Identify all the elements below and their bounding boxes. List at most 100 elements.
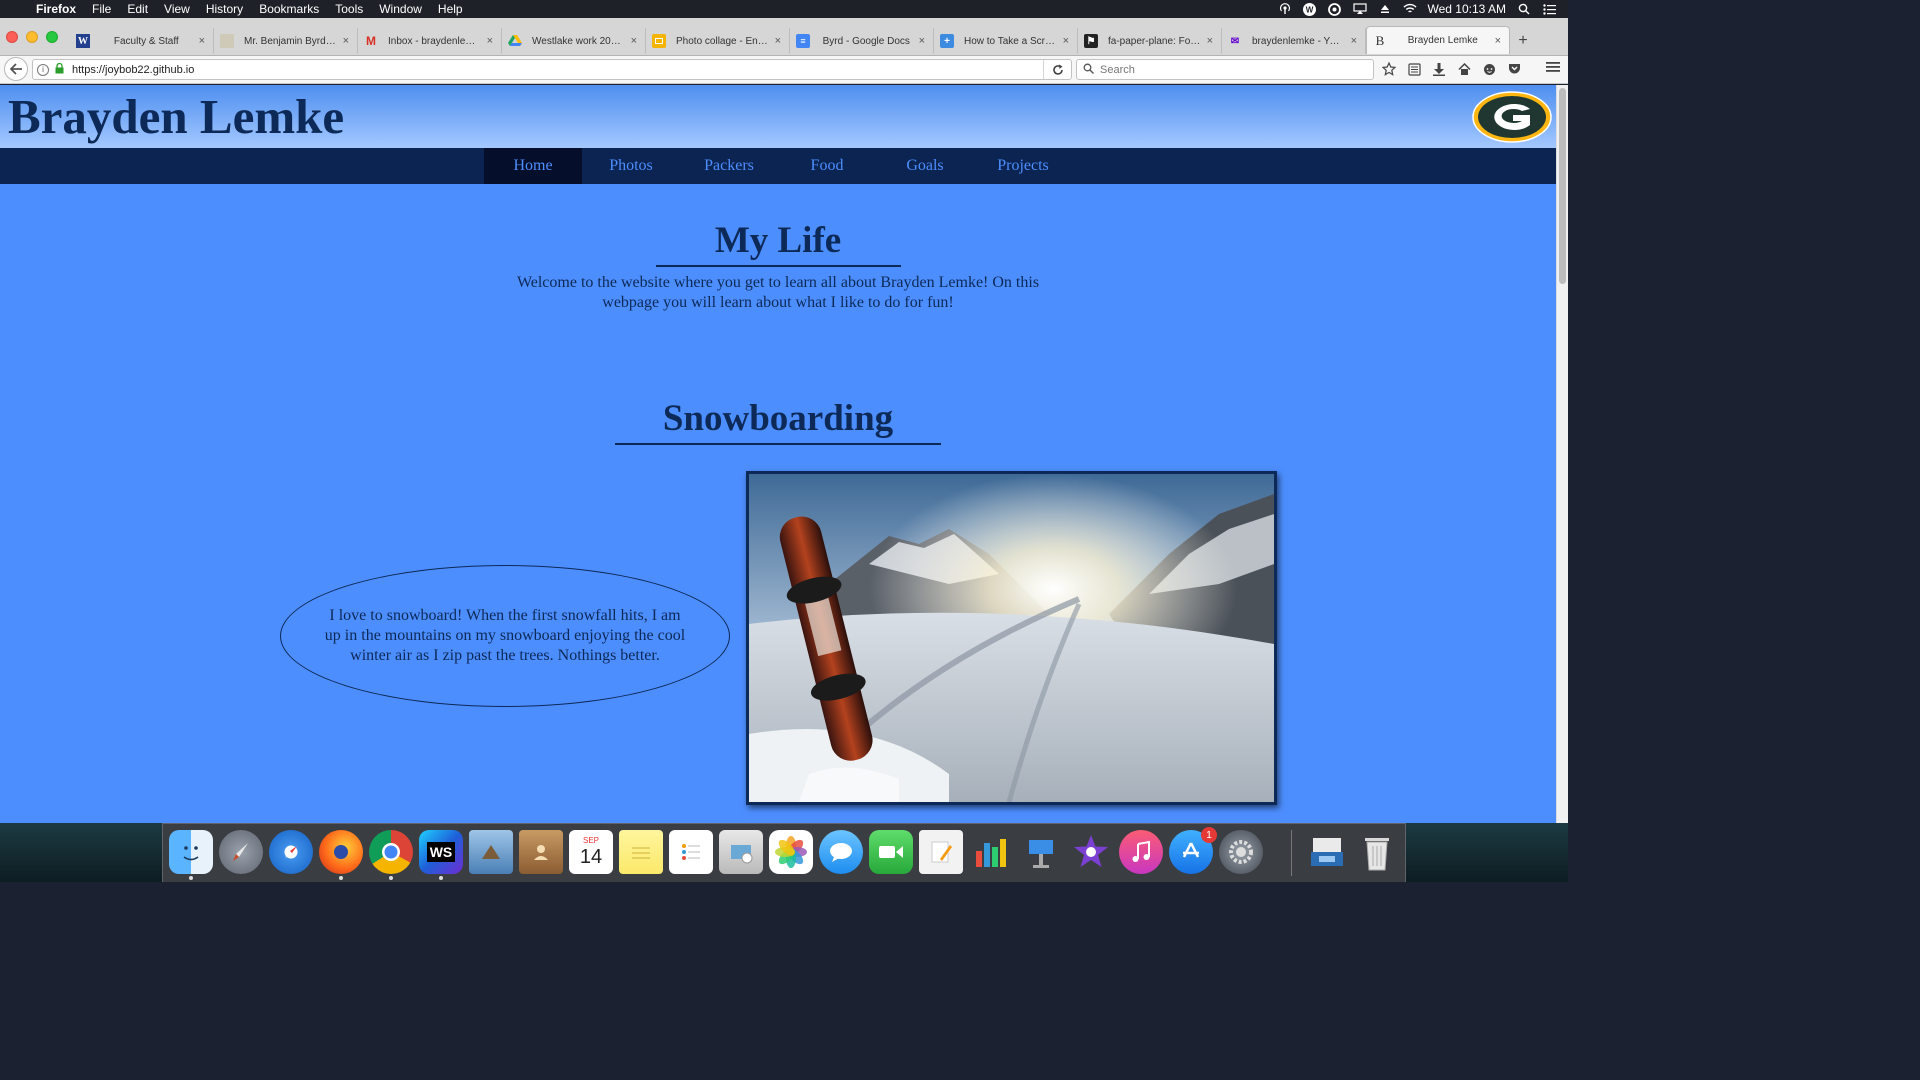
tab-westlake-work[interactable]: Westlake work 2016-... × [502,28,646,54]
numbers-icon[interactable] [969,830,1013,874]
tab-brayden-lemke[interactable]: B Brayden Lemke × [1366,26,1510,54]
app-store-icon[interactable]: 1 [1169,827,1217,874]
nav-home[interactable]: Home [484,148,582,184]
nav-photos[interactable]: Photos [582,148,680,184]
chrome-running-indicator [389,876,393,880]
downloads-stack-icon[interactable] [1305,830,1349,874]
tab-benjamin-byrd[interactable]: Mr. Benjamin Byrd - ... × [214,28,358,54]
nav-food[interactable]: Food [778,148,876,184]
menu-view[interactable]: View [156,2,198,16]
tab-faculty-staff[interactable]: W Faculty & Staff × [70,28,214,54]
close-tab-icon[interactable]: × [199,35,205,47]
tab-title: Brayden Lemke [1407,35,1478,46]
close-tab-icon[interactable]: × [1495,35,1501,47]
mail-stamp-icon[interactable] [469,830,513,874]
w-circle-icon[interactable]: W [1303,2,1317,16]
tab-google-docs[interactable]: ≡ Byrd - Google Docs × [790,28,934,54]
nav-projects[interactable]: Projects [974,148,1072,184]
notes-icon[interactable] [619,830,663,874]
zoom-window-button[interactable] [46,31,58,43]
wifi-icon[interactable] [1402,2,1417,16]
firefox-icon[interactable] [319,830,363,874]
menu-help[interactable]: Help [430,2,471,16]
nav-goals[interactable]: Goals [876,148,974,184]
back-button[interactable] [4,57,28,81]
calendar-icon[interactable]: SEP 14 [569,830,613,874]
menu-window[interactable]: Window [371,2,430,16]
font-awesome-favicon-icon: ⚑ [1084,34,1098,48]
reminders-icon[interactable] [669,830,713,874]
reload-button[interactable] [1043,60,1071,79]
close-tab-icon[interactable]: × [1351,35,1357,47]
close-tab-icon[interactable]: × [1063,35,1069,47]
photos-icon[interactable] [769,830,813,874]
trash-icon[interactable] [1355,830,1399,874]
search-bar[interactable]: Search [1076,59,1374,80]
facetime-icon[interactable] [869,830,913,874]
tab-list: W Faculty & Staff × Mr. Benjamin Byrd - … [70,26,1536,54]
menu-file[interactable]: File [84,2,119,16]
menu-bookmarks[interactable]: Bookmarks [251,2,327,16]
eject-icon[interactable] [1378,2,1392,16]
imovie-icon[interactable] [1069,830,1113,874]
menu-app-firefox[interactable]: Firefox [30,2,84,16]
webstorm-icon[interactable]: WS [419,830,463,874]
lock-icon[interactable] [55,62,64,77]
pages-icon[interactable] [919,830,963,874]
notification-center-icon[interactable] [1542,2,1556,16]
photo-booth-icon[interactable] [719,830,763,874]
toolbar-buttons [1380,60,1523,78]
spotlight-search-icon[interactable] [1517,2,1531,16]
close-tab-icon[interactable]: × [487,35,493,47]
messages-icon[interactable] [819,830,863,874]
site-info-icon[interactable]: i [37,63,49,76]
tab-photo-collage[interactable]: Photo collage - Engli... × [646,28,790,54]
itunes-icon[interactable] [1119,830,1163,874]
close-tab-icon[interactable]: × [343,35,349,47]
tab-gmail-inbox[interactable]: M Inbox - braydenlemk... × [358,28,502,54]
keynote-icon[interactable] [1019,830,1063,874]
nav-packers[interactable]: Packers [680,148,778,184]
url-text[interactable]: https://joybob22.github.io [72,64,194,76]
menu-tools[interactable]: Tools [327,2,371,16]
close-window-button[interactable] [6,31,18,43]
contacts-icon[interactable] [519,830,563,874]
close-tab-icon[interactable]: × [775,35,781,47]
new-tab-button[interactable]: + [1510,28,1536,54]
chrome-icon[interactable] [369,830,413,874]
minimize-window-button[interactable] [26,31,38,43]
address-bar[interactable]: i https://joybob22.github.io [32,59,1072,80]
arrow-left-icon [9,63,22,75]
g-circle-icon[interactable] [1328,2,1342,16]
system-preferences-icon[interactable] [1219,830,1263,874]
airplay-icon[interactable] [1352,2,1367,16]
tab-yahoo-mail[interactable]: ✉ braydenlemke - Yah... × [1222,28,1366,54]
close-tab-icon[interactable]: × [1207,35,1213,47]
tab-screenshot-howto[interactable]: + How to Take a Scree... × [934,28,1078,54]
clock[interactable]: Wed 10:13 AM [1428,2,1507,16]
browser-toolbar: i https://joybob22.github.io Search [0,56,1568,84]
page-scrollbar[interactable] [1556,85,1568,823]
calendar-month: SEP [582,836,599,845]
download-icon[interactable] [1430,60,1448,78]
pocket-icon[interactable] [1505,60,1523,78]
safari-icon[interactable] [269,830,313,874]
scrollbar-thumb[interactable] [1559,88,1566,284]
finder-icon[interactable] [169,830,213,874]
bookmark-star-icon[interactable] [1380,60,1398,78]
close-tab-icon[interactable]: × [631,35,637,47]
reading-list-icon[interactable] [1405,60,1423,78]
tab-font-awesome[interactable]: ⚑ fa-paper-plane: Font... × [1078,28,1222,54]
tab-title: Westlake work 2016-... [532,35,625,47]
menu-history[interactable]: History [198,2,251,16]
packers-logo[interactable] [1472,91,1552,143]
chat-icon[interactable] [1480,60,1498,78]
hamburger-menu-icon[interactable] [1546,60,1560,76]
launchpad-icon[interactable] [219,830,263,874]
tab-title: Photo collage - Engli... [676,35,769,47]
close-tab-icon[interactable]: × [919,35,925,47]
snowboarding-underline [615,443,941,445]
broadcast-icon[interactable] [1278,2,1292,16]
home-icon[interactable] [1455,60,1473,78]
menu-edit[interactable]: Edit [119,2,156,16]
